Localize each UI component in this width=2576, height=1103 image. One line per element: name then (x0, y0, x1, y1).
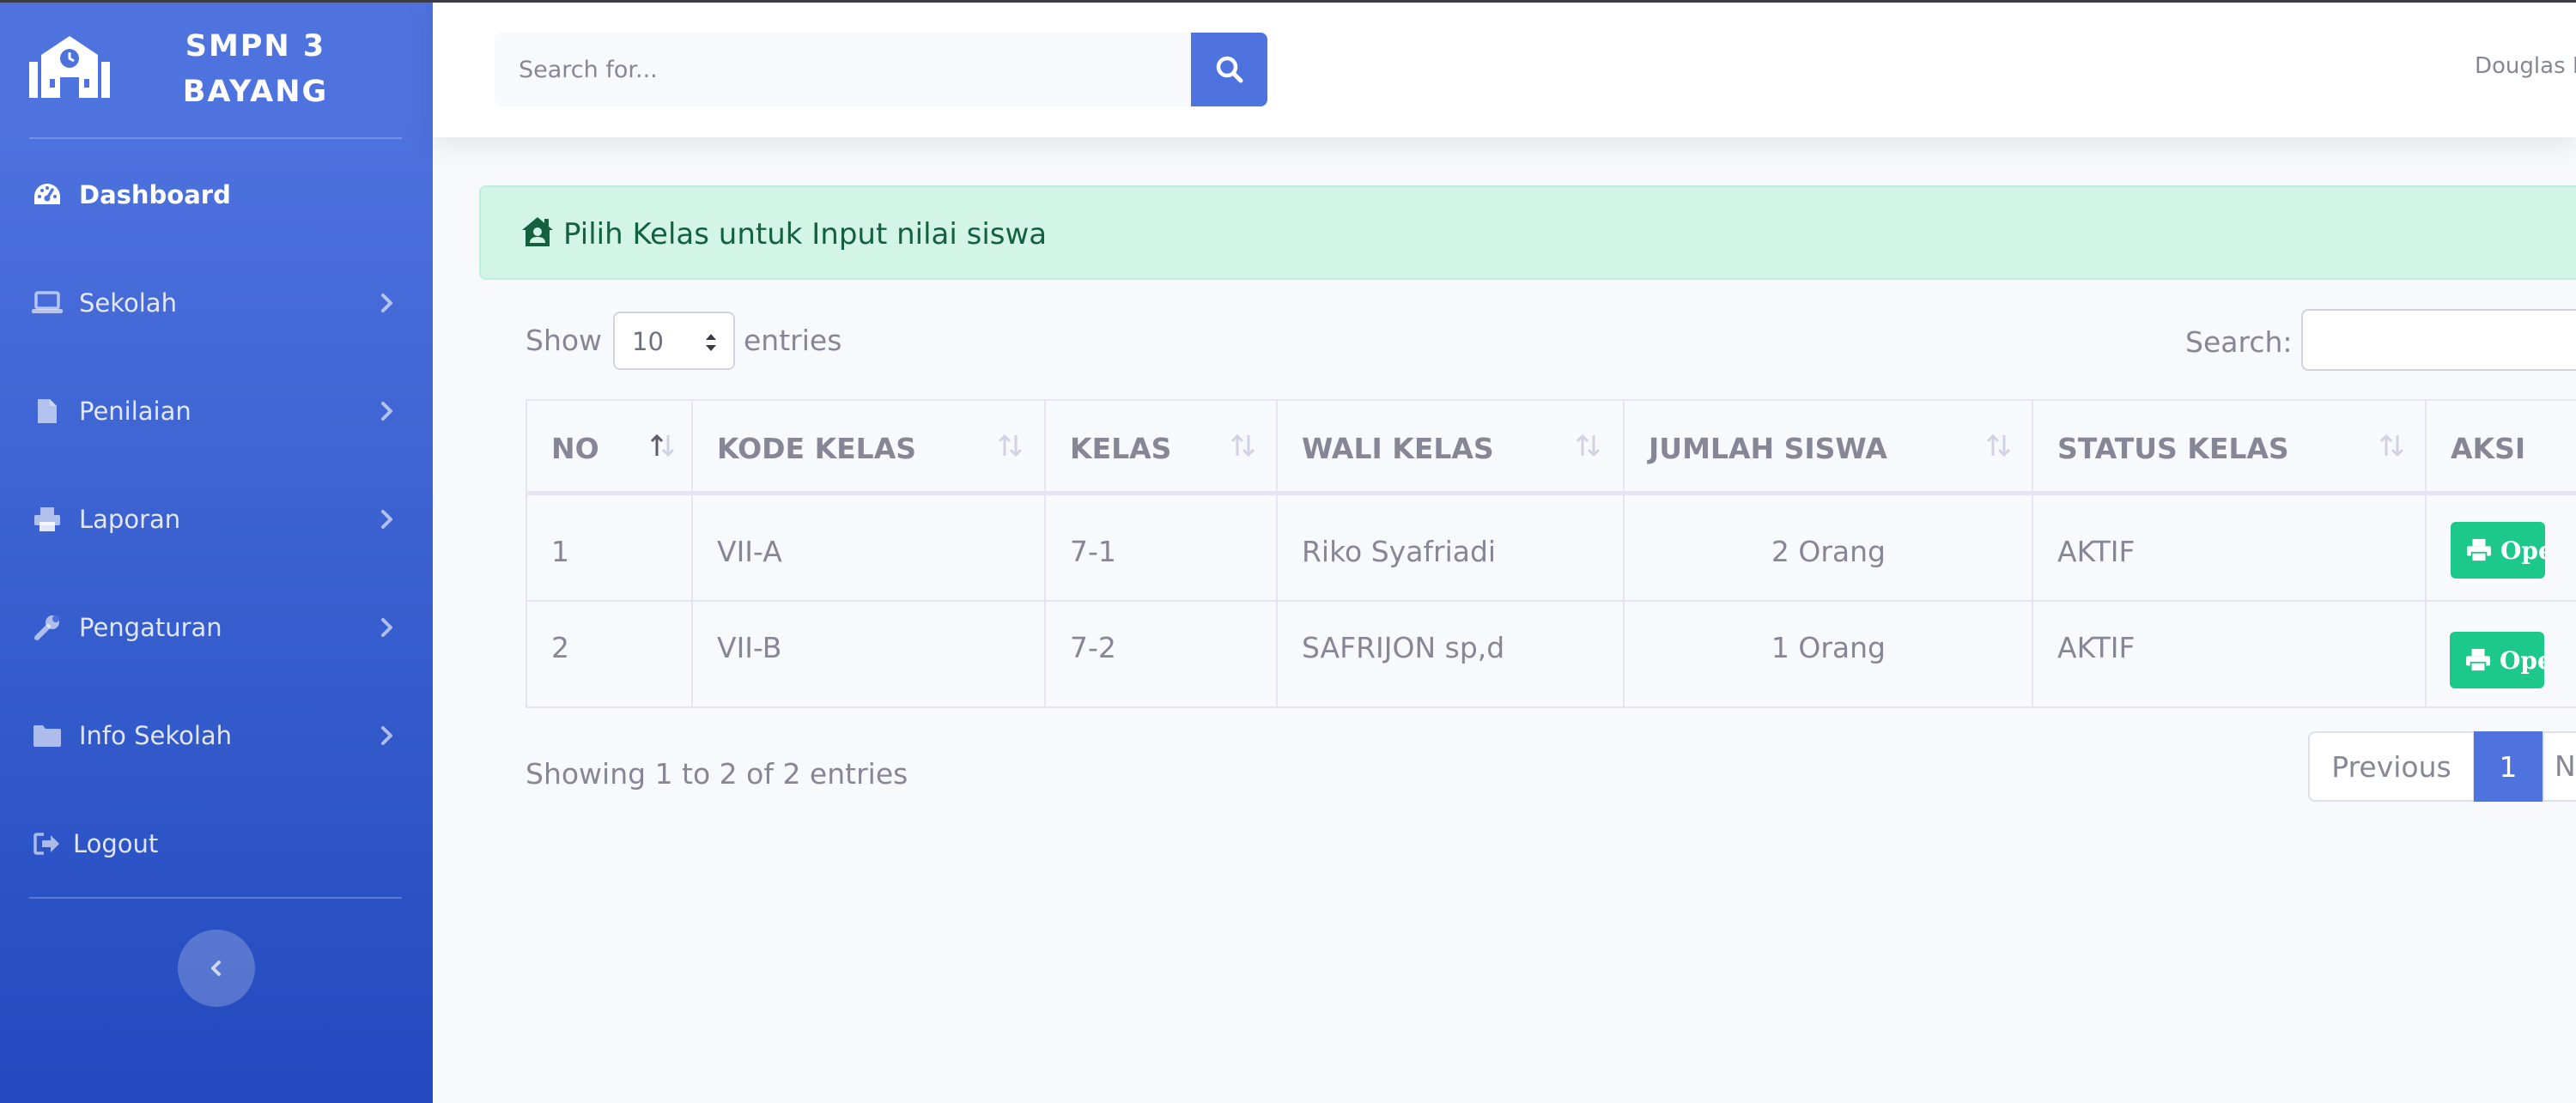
alert-text: Pilih Kelas untuk Input nilai siswa (563, 217, 1048, 252)
entries-label: entries (744, 324, 842, 357)
cell-no: 1 (526, 495, 693, 602)
alert-banner: Pilih Kelas untuk Input nilai siswa (479, 185, 2576, 280)
wrench-icon (31, 611, 64, 644)
chevron-left-icon (211, 961, 221, 976)
sidebar-item-sekolah[interactable]: Sekolah (0, 264, 433, 342)
brand-name: SMPN 3 BAYANG (155, 24, 356, 115)
table-header-row: NO KODE KELAS KELAS WALI KELAS JUMLAH SI… (526, 399, 2576, 495)
cell-kelas: 7-2 (1046, 602, 1278, 708)
sidebar-item-label: Logout (73, 829, 159, 858)
table-search-input[interactable] (2301, 309, 2576, 371)
chevron-right-icon (381, 618, 392, 637)
print-icon (2466, 648, 2490, 672)
cell-aksi: Open (2427, 602, 2576, 708)
column-header-jumlah-siswa[interactable]: JUMLAH SISWA (1625, 401, 2033, 493)
column-header-kelas[interactable]: KELAS (1046, 401, 1278, 493)
file-icon (31, 395, 64, 427)
sidebar-item-label: Dashboard (79, 180, 231, 209)
sidebar-item-label: Info Sekolah (79, 721, 233, 750)
sidebar-item-dashboard[interactable]: Dashboard (0, 156, 433, 233)
sort-asc-icon (650, 433, 675, 458)
table-row: 2 VII-B 7-2 SAFRIJON sp,d 1 Orang AKTIF … (526, 602, 2576, 708)
entries-value: 10 (632, 327, 664, 356)
folder-icon (31, 719, 64, 752)
sort-icon (1576, 433, 1601, 458)
cell-wali-kelas: SAFRIJON sp,d (1278, 602, 1625, 708)
cell-wali-kelas: Riko Syafriadi (1278, 495, 1625, 602)
search-icon (1216, 56, 1242, 83)
brand-line-1: SMPN 3 (185, 29, 326, 64)
sort-icon (1986, 433, 2011, 458)
sidebar-divider (29, 897, 402, 899)
chevron-right-icon (381, 294, 392, 312)
cell-aksi: Open (2427, 495, 2576, 602)
search-button[interactable] (1191, 33, 1267, 106)
brand-line-2: BAYANG (182, 75, 329, 109)
sidebar-divider (29, 137, 402, 139)
sidebar-item-label: Penilaian (79, 397, 191, 426)
sidebar-item-label: Sekolah (79, 288, 177, 318)
print-icon (2467, 538, 2491, 562)
laptop-icon (31, 287, 64, 319)
column-header-wali-kelas[interactable]: WALI KELAS (1278, 401, 1625, 493)
column-header-no[interactable]: NO (526, 401, 693, 493)
sidebar: SMPN 3 BAYANG Dashboard Sekolah Penilaia… (0, 0, 433, 1103)
sort-icon (998, 433, 1023, 458)
open-button-label: Open (2500, 536, 2545, 565)
cell-no: 2 (526, 602, 693, 708)
open-button[interactable]: Open (2450, 632, 2544, 688)
sidebar-item-pengaturan[interactable]: Pengaturan (0, 589, 433, 666)
cell-kode-kelas: VII-A (693, 495, 1046, 602)
sidebar-item-info-sekolah[interactable]: Info Sekolah (0, 697, 433, 774)
cell-jumlah-siswa: 2 Orang (1625, 495, 2033, 602)
entries-select[interactable]: 10 (613, 312, 735, 370)
pagination-page-1[interactable]: 1 (2474, 731, 2543, 802)
chevron-right-icon (381, 402, 392, 421)
cell-status-kelas: AKTIF (2033, 602, 2427, 708)
user-name[interactable]: Douglas M (2475, 53, 2576, 79)
column-header-status-kelas[interactable]: STATUS KELAS (2033, 401, 2427, 493)
open-button[interactable]: Open (2451, 522, 2545, 579)
table-info: Showing 1 to 2 of 2 entries (526, 757, 908, 791)
sidebar-brand[interactable]: SMPN 3 BAYANG (0, 0, 433, 137)
cell-kelas: 7-1 (1046, 495, 1278, 602)
pagination-previous[interactable]: Previous (2308, 731, 2475, 802)
house-user-icon (522, 217, 553, 246)
cell-jumlah-siswa: 1 Orang (1625, 602, 2033, 708)
school-icon (29, 36, 110, 98)
sidebar-item-label: Laporan (79, 505, 181, 534)
pagination-next[interactable]: Next (2543, 731, 2576, 802)
sort-arrows-icon (706, 334, 716, 351)
sidebar-item-penilaian[interactable]: Penilaian (0, 373, 433, 450)
chevron-right-icon (381, 510, 392, 529)
column-header-kode-kelas[interactable]: KODE KELAS (693, 401, 1046, 493)
open-button-label: Open (2500, 645, 2544, 675)
table-row: 1 VII-A 7-1 Riko Syafriadi 2 Orang AKTIF… (526, 495, 2576, 602)
sidebar-item-laporan[interactable]: Laporan (0, 481, 433, 558)
sidebar-toggle-button[interactable] (178, 930, 255, 1007)
sign-out-icon (31, 827, 64, 860)
chevron-right-icon (381, 726, 392, 745)
search-input[interactable] (495, 33, 1194, 106)
sort-icon (1230, 433, 1255, 458)
sidebar-item-logout[interactable]: Logout (0, 805, 433, 882)
sidebar-item-label: Pengaturan (79, 613, 222, 642)
window-top-border (0, 0, 2576, 3)
sort-icon (2379, 433, 2404, 458)
cell-status-kelas: AKTIF (2033, 495, 2427, 602)
table-search-label: Search: (2185, 325, 2293, 359)
column-header-aksi: AKSI (2451, 432, 2526, 465)
cell-kode-kelas: VII-B (693, 602, 1046, 708)
print-icon (31, 503, 64, 536)
tachometer-icon (31, 179, 64, 211)
topbar: Douglas M (433, 0, 2576, 137)
show-label: Show (526, 324, 603, 357)
